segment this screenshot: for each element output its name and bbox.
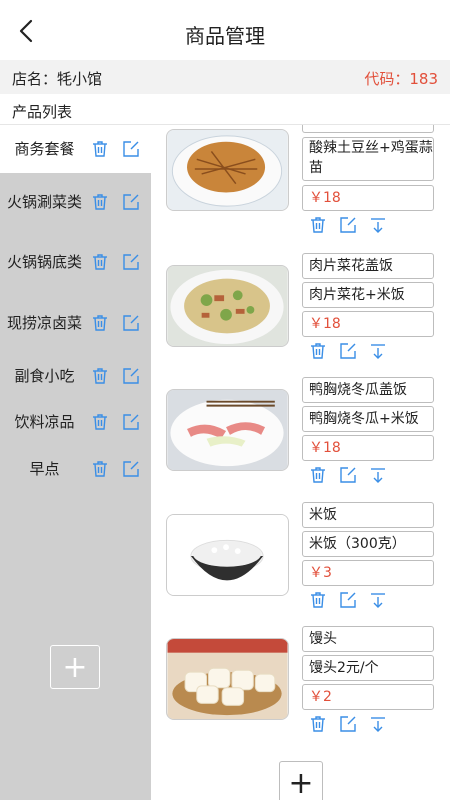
edit-icon[interactable]	[121, 412, 141, 432]
edit-icon[interactable]	[121, 192, 141, 212]
edit-icon[interactable]	[338, 341, 358, 361]
category-label: 火锅涮菜类	[6, 193, 82, 211]
category-item[interactable]: 早点	[0, 448, 151, 490]
trash-icon[interactable]	[90, 313, 110, 333]
edit-icon[interactable]	[338, 465, 358, 485]
category-item[interactable]: 现捞凉卤菜	[0, 294, 151, 352]
product-actions	[308, 341, 388, 361]
product-item: 酸辣土豆丝+鸡蛋蒜苗 ￥18	[151, 125, 450, 245]
product-price-field[interactable]: ￥3	[302, 560, 434, 586]
trash-icon[interactable]	[308, 341, 328, 361]
product-item: 馒头 馒头2元/个 ￥2	[151, 626, 450, 744]
download-icon[interactable]	[368, 465, 388, 485]
trash-icon[interactable]	[90, 252, 110, 272]
category-label: 饮料凉品	[14, 413, 75, 431]
edit-icon[interactable]	[121, 313, 141, 333]
shop-code: 代码：183	[364, 70, 438, 88]
product-name-field[interactable]: 肉片菜花盖饭	[302, 253, 434, 279]
trash-icon[interactable]	[90, 459, 110, 479]
product-image-pork-cauliflower[interactable]	[166, 265, 289, 347]
product-name-field[interactable]: 米饭	[302, 502, 434, 528]
product-item: 肉片菜花盖饭 肉片菜花+米饭 ￥18	[151, 253, 450, 371]
product-name-field[interactable]: 鸭胸烧冬瓜盖饭	[302, 377, 434, 403]
category-item[interactable]: 饮料凉品	[0, 401, 151, 443]
product-image-rice-bowl[interactable]	[166, 514, 289, 596]
category-item[interactable]: 火锅锅底类	[0, 233, 151, 291]
product-price-field[interactable]: ￥2	[302, 684, 434, 710]
product-desc-field[interactable]: 米饭（300克）	[302, 531, 434, 557]
product-actions	[308, 215, 388, 235]
category-label: 火锅锅底类	[6, 253, 82, 271]
category-label: 现捞凉卤菜	[6, 314, 82, 332]
shop-name: 店名：牦小馆	[12, 70, 103, 88]
category-label: 商务套餐	[14, 140, 75, 158]
shop-info-bar: 店名：牦小馆 代码：183	[0, 60, 450, 94]
edit-icon[interactable]	[338, 590, 358, 610]
product-list: 酸辣土豆丝+鸡蛋蒜苗 ￥18 肉片菜花盖饭 肉片菜花+米饭 ￥18 鸭胸烧冬瓜盖…	[151, 125, 450, 800]
add-product-button[interactable]: +	[279, 761, 323, 800]
category-item[interactable]: 商务套餐	[0, 125, 151, 173]
edit-icon[interactable]	[338, 215, 358, 235]
trash-icon[interactable]	[90, 412, 110, 432]
product-image-duck-wintermelon[interactable]	[166, 389, 289, 471]
product-image-steamed-buns[interactable]	[166, 638, 289, 720]
product-item: 鸭胸烧冬瓜盖饭 鸭胸烧冬瓜+米饭 ￥18	[151, 377, 450, 495]
product-actions	[308, 465, 388, 485]
product-name-field[interactable]: 馒头	[302, 626, 434, 652]
download-icon[interactable]	[368, 341, 388, 361]
download-icon[interactable]	[368, 590, 388, 610]
download-icon[interactable]	[368, 215, 388, 235]
plus-icon: +	[62, 649, 88, 685]
product-name-field[interactable]	[302, 125, 434, 133]
product-price-field[interactable]: ￥18	[302, 311, 434, 337]
product-desc-field[interactable]: 肉片菜花+米饭	[302, 282, 434, 308]
download-icon[interactable]	[368, 714, 388, 734]
category-sidebar: 商务套餐 火锅涮菜类 火锅锅底类 现捞凉卤菜 副食小吃 饮料凉品 早点 +	[0, 125, 151, 800]
product-item: 米饭 米饭（300克） ￥3	[151, 502, 450, 620]
page-title: 商品管理	[185, 24, 265, 48]
trash-icon[interactable]	[308, 465, 328, 485]
edit-icon[interactable]	[121, 366, 141, 386]
trash-icon[interactable]	[308, 215, 328, 235]
product-actions	[308, 590, 388, 610]
category-item[interactable]: 火锅涮菜类	[0, 173, 151, 231]
trash-icon[interactable]	[308, 714, 328, 734]
product-desc-field[interactable]: 鸭胸烧冬瓜+米饭	[302, 406, 434, 432]
category-label: 早点	[29, 460, 60, 478]
category-item[interactable]: 副食小吃	[0, 355, 151, 397]
trash-icon[interactable]	[90, 192, 110, 212]
product-desc-field[interactable]: 酸辣土豆丝+鸡蛋蒜苗	[302, 137, 434, 181]
product-image-shredded-potato[interactable]	[166, 129, 289, 211]
edit-icon[interactable]	[338, 714, 358, 734]
trash-icon[interactable]	[308, 590, 328, 610]
edit-icon[interactable]	[121, 252, 141, 272]
product-desc-field[interactable]: 馒头2元/个	[302, 655, 434, 681]
trash-icon[interactable]	[90, 366, 110, 386]
trash-icon[interactable]	[90, 139, 110, 159]
product-list-title: 产品列表	[12, 103, 73, 121]
category-label: 副食小吃	[14, 367, 75, 385]
plus-icon: +	[288, 765, 314, 800]
add-category-button[interactable]: +	[50, 645, 100, 689]
edit-icon[interactable]	[121, 139, 141, 159]
product-actions	[308, 714, 388, 734]
edit-icon[interactable]	[121, 459, 141, 479]
product-price-field[interactable]: ￥18	[302, 185, 434, 211]
product-price-field[interactable]: ￥18	[302, 435, 434, 461]
top-bar: 商品管理	[0, 0, 450, 60]
